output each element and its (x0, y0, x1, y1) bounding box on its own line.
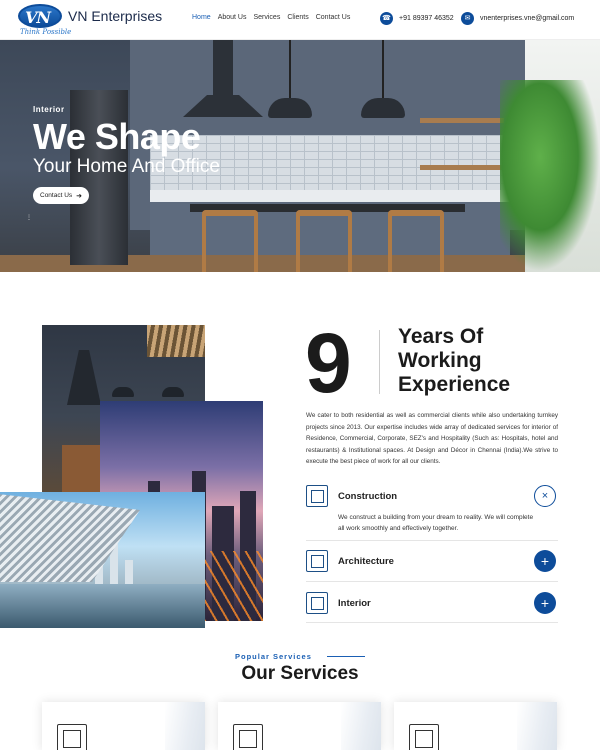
hero-stool (388, 210, 444, 272)
envelope-icon: ✉ (461, 11, 474, 25)
hero-subtitle: Your Home And Office (33, 156, 220, 177)
accordion-title: Construction (338, 490, 398, 502)
service-card[interactable] (42, 702, 205, 750)
site-header: VN VN Enterprises Think Possible Home Ab… (0, 0, 600, 40)
divider (306, 540, 558, 541)
phone-icon: ☎ (380, 11, 393, 25)
nav-about-us[interactable]: About Us (218, 14, 247, 21)
crane-icon (306, 485, 328, 507)
close-icon[interactable]: × (534, 485, 556, 507)
divider (306, 622, 558, 623)
years-label: Years Of Working Experience (398, 325, 511, 396)
phone-contact[interactable]: ☎ +91 89397 46352 (380, 11, 454, 25)
divider (306, 581, 558, 582)
nav-services[interactable]: Services (253, 14, 280, 21)
years-divider (379, 330, 380, 394)
accordion-header[interactable]: Interior + (306, 591, 558, 615)
hero-kicker: Interior (33, 105, 65, 114)
nav-contact-us[interactable]: Contact Us (316, 14, 351, 21)
slider-dots-icon[interactable]: ⋮ (26, 214, 32, 221)
plus-icon[interactable]: + (534, 592, 556, 614)
blueprint-icon (306, 550, 328, 572)
accordion-interior: Interior + (306, 591, 558, 615)
crane-icon (233, 724, 263, 750)
contact-us-button[interactable]: Contact Us ➜ (33, 187, 90, 204)
floorplan-icon (57, 724, 87, 750)
hero-shelf (420, 118, 504, 123)
accordion-body: We construct a building from your dream … (338, 514, 534, 532)
phone-number: +91 89397 46352 (399, 14, 454, 22)
services-kicker-line (327, 656, 365, 657)
services-kicker: Popular Services (235, 652, 312, 661)
service-card[interactable] (218, 702, 381, 750)
services-title: Our Services (241, 663, 359, 684)
accordion-header[interactable]: Construction × (306, 484, 558, 508)
tools-icon (409, 724, 439, 750)
accordion-construction: Construction × We construct a building f… (306, 484, 558, 534)
hero-stool (202, 210, 258, 272)
logo-mark: VN (18, 4, 62, 28)
email-address: vnenterprises.vne@gmail.com (480, 14, 575, 22)
nav-clients[interactable]: Clients (287, 14, 308, 21)
years-number: 9 (305, 316, 352, 410)
accordion-title: Architecture (338, 555, 394, 567)
logo-mark-text: VN (25, 8, 51, 27)
arrow-right-icon: ➜ (76, 192, 83, 200)
brand-name: VN Enterprises (68, 8, 163, 24)
hero-stool (296, 210, 352, 272)
accordion-header[interactable]: Architecture + (306, 549, 558, 573)
logo[interactable]: VN VN Enterprises Think Possible (18, 4, 168, 36)
about-paragraph: We cater to both residential as well as … (306, 412, 558, 465)
accordion-title: Interior (338, 597, 371, 609)
hero-title: We Shape (33, 116, 201, 157)
contact-us-label: Contact Us (40, 192, 73, 199)
nav-home[interactable]: Home (192, 14, 211, 21)
architecture-photo (0, 492, 205, 628)
hero-shelf (420, 165, 504, 170)
interior-icon (306, 592, 328, 614)
hero-pendant-lamp (361, 40, 405, 120)
hero-plant (500, 80, 600, 272)
accordion-architecture: Architecture + (306, 549, 558, 573)
email-contact[interactable]: ✉ vnenterprises.vne@gmail.com (461, 11, 574, 25)
service-card[interactable] (394, 702, 557, 750)
plus-icon[interactable]: + (534, 550, 556, 572)
hero-pendant-lamp (268, 40, 312, 120)
brand-tagline: Think Possible (20, 28, 72, 36)
hero-banner: Interior We Shape Your Home And Office C… (0, 40, 600, 272)
hero-text: Interior We Shape Your Home And Office C… (33, 105, 220, 204)
main-nav: Home About Us Services Clients Contact U… (192, 14, 350, 21)
